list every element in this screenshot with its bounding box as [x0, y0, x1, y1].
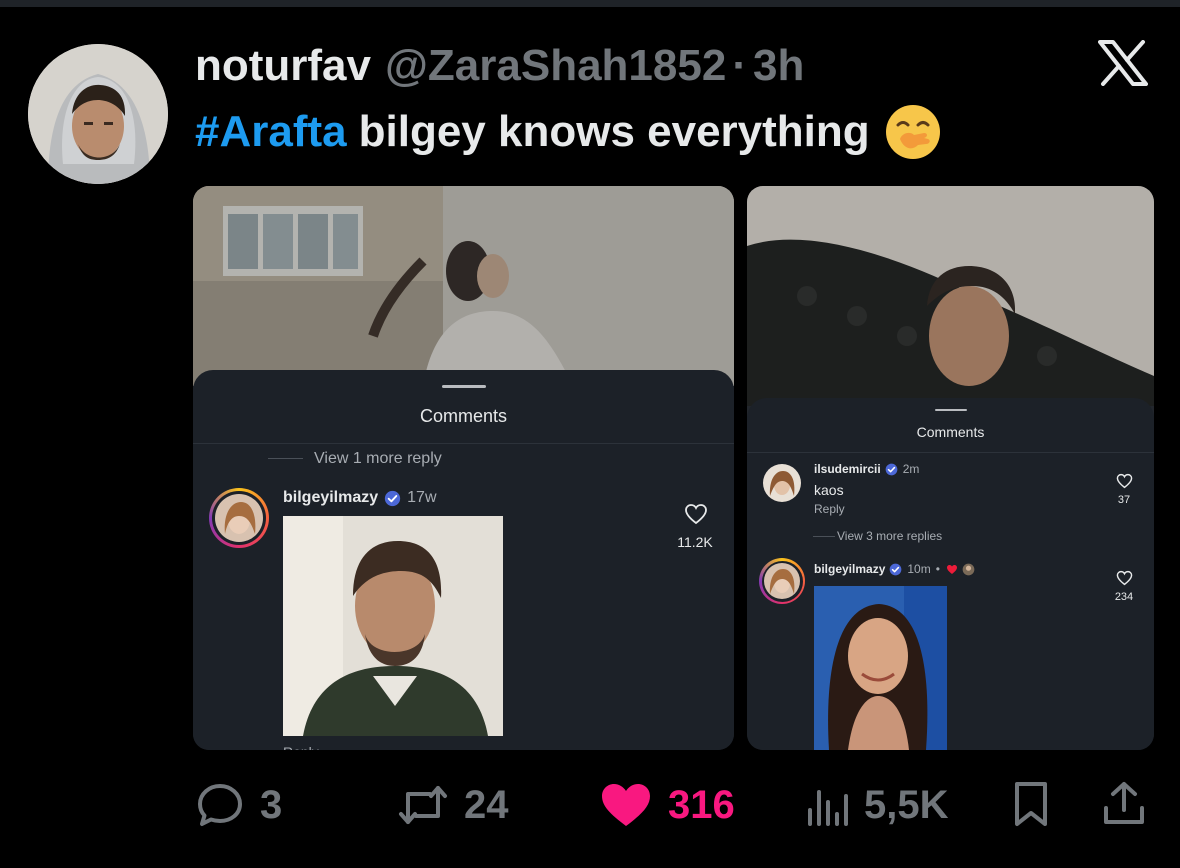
comment-like-count: 11.2K	[677, 534, 713, 550]
tweet-timestamp[interactable]: 3h	[753, 41, 804, 91]
reply-button[interactable]: 3	[196, 770, 282, 840]
retweet-button[interactable]: 24	[398, 770, 509, 840]
scene-photo-woman	[193, 186, 734, 386]
verified-badge-icon	[885, 463, 898, 475]
views-button[interactable]: 5,5K	[806, 770, 949, 840]
tweet-header: noturfav @ZaraShah1852 · 3h	[195, 38, 804, 94]
comment-gif-image[interactable]	[283, 516, 503, 736]
heart-filled-icon	[602, 784, 650, 826]
view-more-line	[268, 458, 303, 459]
comment-header: bilgeyilmazy 17w	[283, 489, 437, 507]
tweet-actions-bar: 3 24 316 5,5K	[0, 770, 1180, 840]
verified-badge-icon	[890, 563, 902, 575]
reply-link[interactable]: Reply	[814, 502, 845, 516]
commenter-avatar[interactable]	[764, 563, 800, 599]
tweet-body: bilgey knows everything	[358, 107, 870, 156]
comment-like-count: 234	[1114, 591, 1134, 603]
comments-title: Comments	[916, 424, 985, 440]
comment-time: 2m	[902, 462, 920, 476]
like-comment-icon[interactable]	[1116, 570, 1133, 586]
tweet-text: #Arafta bilgey knows everything	[195, 102, 942, 162]
comment-username[interactable]: bilgeyilmazy	[814, 562, 885, 576]
comments-sheet: Comments View 1 more reply bilgeyilmazy …	[193, 370, 734, 750]
commenter-avatar[interactable]	[215, 494, 263, 542]
like-button[interactable]: 316	[600, 770, 735, 840]
comments-title: Comments	[419, 406, 508, 426]
liker-avatar-icon	[962, 563, 975, 575]
screenshot-card-1[interactable]: Comments View 1 more reply bilgeyilmazy …	[193, 186, 734, 750]
screenshot-card-2[interactable]: Comments ilsudemircii 2m kaos Reply 37 V…	[747, 186, 1154, 750]
verified-badge-icon	[385, 490, 401, 506]
scene-photo-man	[747, 186, 1154, 406]
sheet-divider	[747, 452, 1154, 453]
header-separator: ·	[732, 41, 747, 90]
sheet-drag-handle[interactable]	[934, 409, 967, 411]
views-count: 5,5K	[864, 782, 949, 827]
like-count: 316	[668, 782, 735, 827]
like-comment-icon[interactable]	[1116, 473, 1133, 489]
share-icon[interactable]	[1101, 780, 1147, 828]
bookmark-icon[interactable]	[1011, 780, 1051, 828]
comment-header: bilgeyilmazy 10m •	[814, 562, 975, 576]
reply-count: 3	[260, 782, 283, 827]
retweet-count: 24	[464, 782, 509, 827]
comment-time: 10m	[907, 562, 931, 576]
reply-link[interactable]: Reply	[283, 744, 319, 750]
sheet-divider	[193, 443, 734, 444]
views-chart-icon	[808, 790, 848, 826]
x-logo-icon	[1098, 40, 1148, 86]
commenter-avatar[interactable]	[763, 464, 801, 502]
view-more-replies-link[interactable]: View 1 more reply	[314, 450, 442, 468]
meta-separator: •	[935, 562, 940, 576]
comments-sheet: Comments ilsudemircii 2m kaos Reply 37 V…	[747, 398, 1154, 750]
author-display-name[interactable]: noturfav	[195, 41, 371, 91]
comment-header: ilsudemircii 2m	[814, 462, 919, 476]
comment-like-count: 37	[1117, 494, 1131, 506]
comment-username[interactable]: ilsudemircii	[814, 462, 881, 476]
view-more-replies-link[interactable]: View 3 more replies	[837, 529, 942, 543]
author-handle[interactable]: @ZaraShah1852	[385, 41, 726, 91]
comment-gif-image[interactable]	[814, 586, 947, 750]
like-comment-icon[interactable]	[684, 503, 708, 525]
retweet-icon	[399, 786, 447, 824]
reply-bubble-icon	[198, 784, 242, 826]
comment-time: 17w	[407, 489, 437, 506]
hashtag-link[interactable]: #Arafta	[195, 107, 347, 157]
heart-icon	[946, 564, 957, 574]
comment-text: kaos	[814, 482, 844, 498]
top-divider	[0, 0, 1180, 7]
face-with-hand-over-mouth-emoji-icon	[885, 105, 940, 159]
author-avatar[interactable]	[28, 44, 168, 184]
comment-username[interactable]: bilgeyilmazy	[283, 489, 378, 507]
sheet-drag-handle[interactable]	[441, 385, 486, 388]
view-more-line	[813, 536, 835, 537]
